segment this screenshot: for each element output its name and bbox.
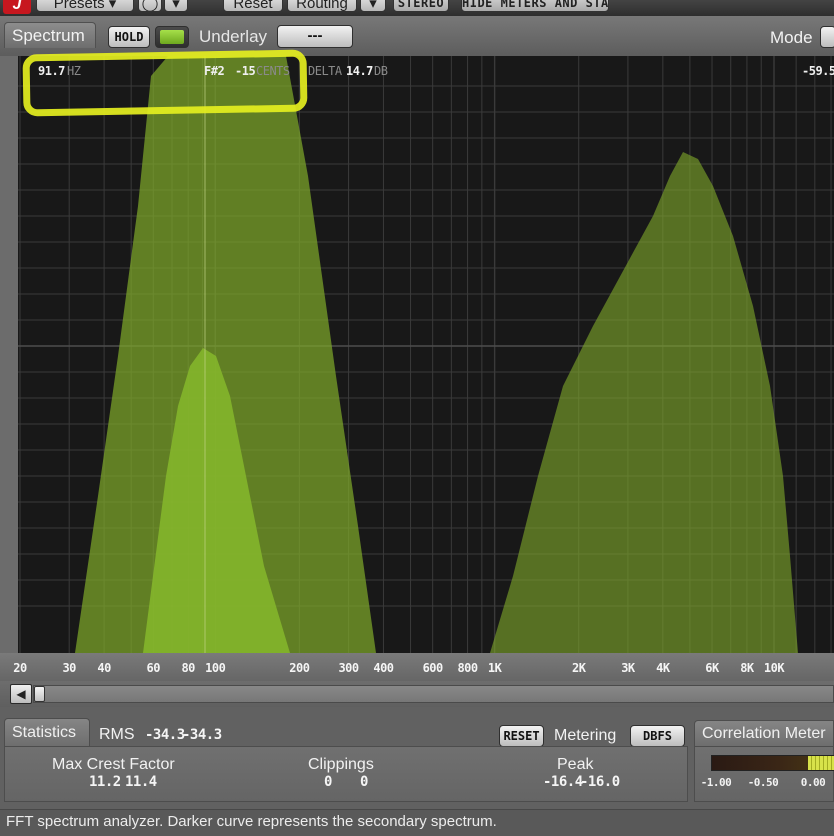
scroll-thumb[interactable]	[34, 686, 45, 702]
mode-select[interactable]	[820, 26, 834, 48]
frequency-tick-label: 100	[205, 661, 226, 675]
peak-label: Peak	[557, 756, 594, 773]
stereo-button[interactable]: STEREO	[393, 0, 449, 12]
metering-mode-button[interactable]: DBFS	[630, 725, 685, 747]
frequency-tick-label: 400	[373, 661, 394, 675]
chevron-down-icon[interactable]: ▾	[164, 0, 188, 12]
readout-delta-unit: DB	[374, 64, 388, 78]
frequency-tick-label: 3K	[621, 661, 635, 675]
frequency-tick-label: 600	[422, 661, 444, 675]
frequency-axis: 20 30 40 60 80 100 200 300 400 600 800 1K 2K 3K 4K 6K 8K…	[0, 653, 834, 681]
rms-left-value: -34.3	[145, 727, 185, 743]
correlation-scale-zero: 0.00	[800, 776, 826, 789]
frequency-tick-label: 20	[13, 661, 27, 675]
clippings-left-value: 0	[324, 774, 332, 790]
peak-right-value: -16.0	[580, 774, 620, 790]
spectrum-display[interactable]	[18, 56, 834, 653]
hide-meters-button[interactable]: HIDE METERS AND STATS	[461, 0, 609, 12]
chevron-down-icon: ▾	[108, 0, 117, 12]
hold-button[interactable]: HOLD	[108, 26, 150, 48]
readout-level: -59.5	[802, 64, 834, 78]
presets-label: Presets	[53, 0, 105, 12]
clippings-right-value: 0	[360, 774, 368, 790]
frequency-tick-label: 30	[62, 661, 76, 675]
frequency-tick-label: 6K	[705, 661, 719, 675]
scroll-track[interactable]	[33, 685, 834, 703]
correlation-meter-tab[interactable]: Correlation Meter	[694, 720, 834, 746]
reset-button[interactable]: Reset	[223, 0, 283, 12]
peak-left-value: -16.4	[543, 774, 583, 790]
frequency-tick-label: 800	[457, 661, 478, 675]
frequency-tick-label: 300	[338, 661, 359, 675]
readout-delta-value: 14.7	[346, 64, 373, 78]
app-logo: J	[3, 0, 31, 14]
frequency-tick-label: 200	[289, 661, 310, 675]
max-crest-left-value: 11.2	[89, 774, 121, 790]
undo-icon[interactable]: ◯	[138, 0, 162, 12]
frequency-tick-label: 80	[181, 661, 195, 675]
spectrum-tab[interactable]: Spectrum	[4, 22, 96, 48]
mode-label: Mode	[770, 28, 813, 47]
max-crest-label: Max Crest Factor	[52, 756, 175, 773]
correlation-scale-mid: -0.50	[747, 776, 779, 789]
correlation-meter-fill	[808, 756, 834, 770]
rms-right-value: -34.3	[182, 727, 222, 743]
frequency-tick-label: 1K	[487, 661, 502, 675]
frequency-tick-label: 4K	[656, 661, 670, 675]
routing-button[interactable]: Routing	[287, 0, 357, 12]
reset-stats-button[interactable]: RESET	[499, 725, 544, 747]
frequency-tick-label: 2K	[571, 661, 586, 675]
chevron-down-icon[interactable]: ▾	[360, 0, 386, 12]
readout-delta-label: DELTA	[308, 64, 342, 78]
scroll-left-icon[interactable]: ◀	[10, 684, 32, 704]
underlay-label: Underlay	[199, 27, 268, 46]
statistics-tab[interactable]: Statistics	[4, 718, 90, 746]
underlay-select[interactable]: ---	[277, 25, 353, 48]
correlation-scale-min: -1.00	[700, 776, 732, 789]
spectrum-plot	[18, 56, 834, 653]
high-band-spectrum-curve	[490, 152, 798, 653]
presets-button[interactable]: Presets ▾	[36, 0, 134, 12]
frequency-tick-label: 60	[146, 661, 161, 675]
status-description: FFT spectrum analyzer. Darker curve repr…	[6, 813, 497, 830]
frequency-tick-label: 10K	[763, 661, 785, 675]
rms-label: RMS	[99, 726, 135, 743]
highlight-annotation	[22, 49, 308, 117]
frequency-tick-label: 40	[97, 661, 111, 675]
hold-toggle-led[interactable]	[155, 26, 189, 48]
clippings-label: Clippings	[308, 756, 374, 773]
max-crest-right-value: 11.4	[125, 774, 157, 790]
frequency-tick-label: 8K	[740, 661, 754, 675]
metering-label: Metering	[554, 727, 617, 744]
